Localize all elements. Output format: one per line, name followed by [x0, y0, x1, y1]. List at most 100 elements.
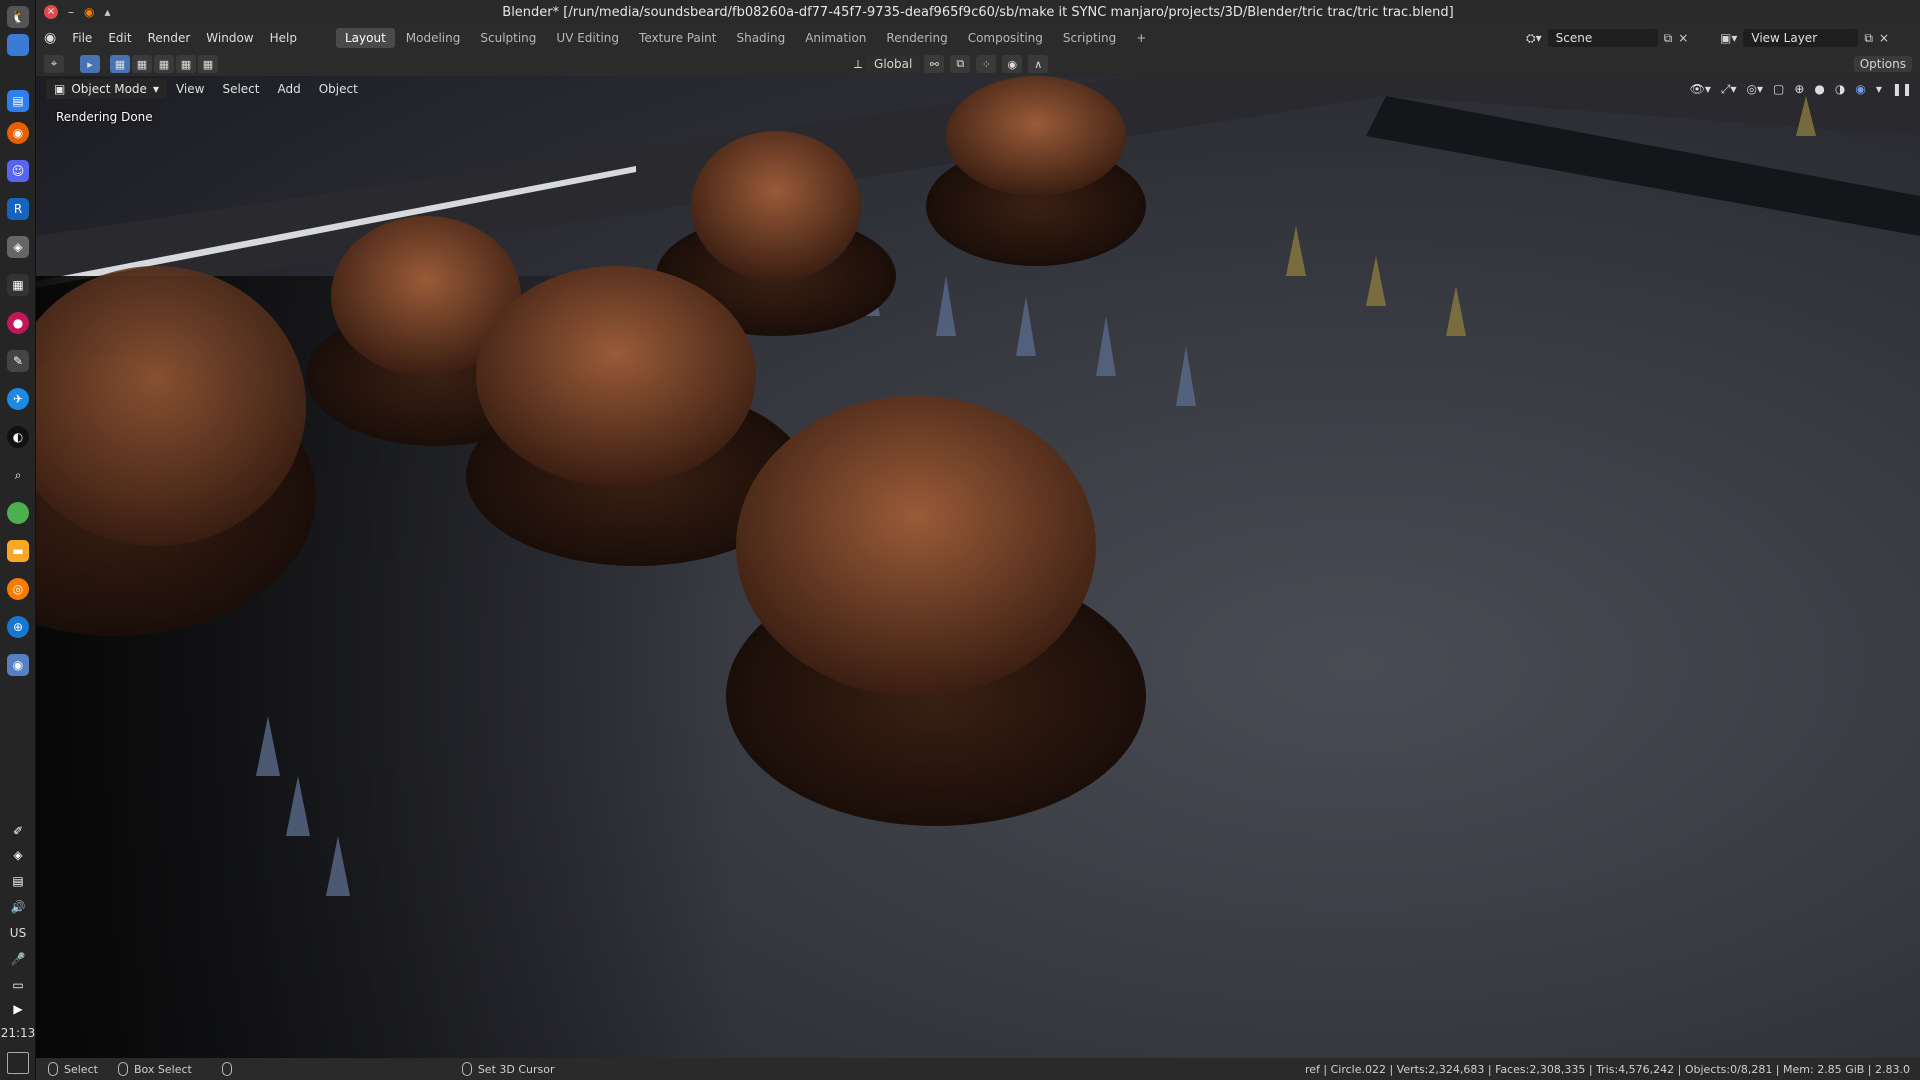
viewport-menu-add[interactable]: Add [268, 82, 309, 96]
expand-arrow-icon[interactable]: ▶ [7, 998, 29, 1020]
select-mode-extend-icon[interactable]: ▦ [132, 55, 152, 73]
rendered-shading-icon[interactable]: ◉ [1855, 82, 1865, 96]
new-scene-icon[interactable]: ⧉ [1664, 31, 1673, 46]
ubuntu-icon[interactable]: ◎ [7, 578, 29, 600]
select-mode-subtract-icon[interactable]: ▦ [154, 55, 174, 73]
tool-header: ⌖ ▸ ▦ ▦ ▦ ▦ ▦ ⟂ Global ⚯ ⧉ ⁘ ◉ ∧ Options [36, 52, 1920, 76]
scene-field[interactable]: Scene [1547, 29, 1658, 47]
add-workspace-icon[interactable]: + [1127, 28, 1155, 48]
proportional-edit-icon[interactable]: ◉ [1002, 55, 1023, 73]
viewport-menu-object[interactable]: Object [310, 82, 367, 96]
gizmo-icon[interactable]: ⤢▾ [1721, 82, 1737, 97]
desktop-icon[interactable] [7, 34, 29, 56]
menu-window[interactable]: Window [198, 31, 261, 45]
select-mode-intersect-icon[interactable]: ▦ [198, 55, 218, 73]
object-mode-icon: ▣ [54, 82, 66, 96]
scene-type-icon[interactable]: ⛭▾ [1526, 31, 1542, 46]
delete-view-layer-icon[interactable]: × [1879, 31, 1889, 45]
tab-rendering[interactable]: Rendering [877, 28, 956, 48]
volume-icon[interactable]: 🔊 [7, 896, 29, 918]
tab-animation[interactable]: Animation [796, 28, 875, 48]
menu-render[interactable]: Render [140, 31, 199, 45]
scene-stats: ref | Circle.022 | Verts:2,324,683 | Fac… [1304, 1062, 1910, 1076]
layers-icon[interactable]: ◈ [7, 236, 29, 258]
tab-compositing[interactable]: Compositing [959, 28, 1052, 48]
show-desktop-icon[interactable] [7, 1052, 29, 1074]
tab-modeling[interactable]: Modeling [397, 28, 470, 48]
hint-box-select: Box Select [133, 1062, 192, 1076]
display-icon[interactable]: ▭ [7, 974, 29, 996]
tab-sculpting[interactable]: Sculpting [471, 28, 545, 48]
editor-type-icon[interactable]: ⌖ [44, 55, 64, 73]
desktop-dock: 🐧 ▤ ◉ ☺ R ◈ ▦ ● ✎ ✈ ◐ ⌕ ▬ ◎ ⊕ ◉ ✐ ◈ ▤ 🔊 … [0, 0, 36, 1080]
folder-icon[interactable]: ▬ [7, 540, 29, 562]
mode-selector[interactable]: ▣ Object Mode ▾ [46, 79, 167, 99]
keyboard-layout[interactable]: US [0, 926, 36, 940]
tab-layout[interactable]: Layout [335, 28, 395, 48]
orientation-dropdown[interactable]: Global [866, 56, 921, 72]
falloff-icon[interactable]: ∧ [1028, 55, 1049, 73]
firefox-icon[interactable]: ◉ [7, 122, 29, 144]
files-icon[interactable]: ▤ [7, 90, 29, 112]
microphone-icon[interactable]: 🎤 [7, 948, 29, 970]
search-icon[interactable]: ⌕ [7, 464, 29, 486]
bird-icon[interactable]: ✈ [7, 388, 29, 410]
tab-uv-editing[interactable]: UV Editing [547, 28, 628, 48]
view-layer-field[interactable]: View Layer [1743, 29, 1859, 47]
minimize-icon[interactable]: – [68, 5, 74, 19]
viewport-menu-select[interactable]: Select [213, 82, 268, 96]
xray-icon[interactable]: ▢ [1773, 82, 1784, 96]
snap-icon[interactable]: ⧉ [950, 55, 971, 73]
browser-icon[interactable]: ⊕ [7, 616, 29, 638]
delete-scene-icon[interactable]: × [1678, 31, 1688, 45]
pen-icon[interactable]: ✐ [7, 820, 29, 842]
options-dropdown[interactable]: Options [1853, 56, 1912, 72]
blender-dock-icon[interactable]: ◉ [7, 654, 29, 676]
r-app-icon[interactable]: R [7, 198, 29, 220]
close-icon[interactable]: × [44, 5, 58, 19]
new-view-layer-icon[interactable]: ⧉ [1864, 31, 1873, 46]
render-status-text: Rendering Done [56, 110, 153, 124]
snap-grid-icon[interactable]: ⁘ [976, 55, 997, 73]
tab-shading[interactable]: Shading [727, 28, 794, 48]
hint-set-cursor: Set 3D Cursor [477, 1062, 555, 1076]
solid-shading-icon[interactable]: ● [1814, 82, 1824, 96]
status-bar: Select Box Select Set 3D Cursor ref | Ci… [36, 1058, 1920, 1080]
tab-scripting[interactable]: Scripting [1054, 28, 1125, 48]
pause-icon[interactable]: ❚❚ [1892, 82, 1912, 96]
tux-icon[interactable]: 🐧 [7, 6, 29, 28]
gimp-icon[interactable]: ✎ [7, 350, 29, 372]
maximize-icon[interactable]: ▴ [104, 5, 110, 19]
visibility-icon[interactable]: 👁▾ [1690, 82, 1711, 96]
stack-icon[interactable]: ◈ [7, 844, 29, 866]
overlay-icon[interactable]: ◎▾ [1747, 82, 1764, 96]
tab-texture-paint[interactable]: Texture Paint [630, 28, 725, 48]
shading-options-icon[interactable]: ▾ [1876, 82, 1882, 96]
menu-file[interactable]: File [64, 31, 100, 45]
clock[interactable]: 21:13 [0, 1026, 36, 1040]
material-shading-icon[interactable]: ◑ [1835, 82, 1845, 96]
mouse-left-icon [48, 1062, 58, 1076]
mouse-middle-icon [221, 1062, 232, 1076]
clipboard-icon[interactable]: ▤ [7, 870, 29, 892]
viewport-header: ▣ Object Mode ▾ View Select Add Object 👁… [36, 76, 1920, 102]
mode-label: Object Mode [71, 82, 147, 96]
mouse-drag-icon [117, 1062, 128, 1076]
wireframe-shading-icon[interactable]: ⊕ [1794, 82, 1804, 96]
view-layer-type-icon[interactable]: ▣▾ [1720, 31, 1737, 45]
select-mode-invert-icon[interactable]: ▦ [176, 55, 196, 73]
menu-help[interactable]: Help [262, 31, 305, 45]
3d-viewport[interactable]: ▣ Object Mode ▾ View Select Add Object 👁… [36, 76, 1920, 1058]
calendar-icon[interactable]: ▦ [7, 274, 29, 296]
menu-edit[interactable]: Edit [100, 31, 139, 45]
discord-icon[interactable]: ☺ [7, 160, 29, 182]
select-tool-icon[interactable]: ▸ [80, 55, 100, 73]
status-green-icon[interactable] [7, 502, 29, 524]
viewport-menu-view[interactable]: View [167, 82, 213, 96]
chevron-down-icon: ▾ [152, 82, 159, 96]
obs-icon[interactable]: ◐ [7, 426, 29, 448]
select-mode-new-icon[interactable]: ▦ [110, 55, 130, 73]
blender-menu-icon[interactable]: ◉ [36, 30, 64, 46]
color-picker-icon[interactable]: ● [7, 312, 29, 334]
pivot-icon[interactable]: ⚯ [924, 55, 945, 73]
